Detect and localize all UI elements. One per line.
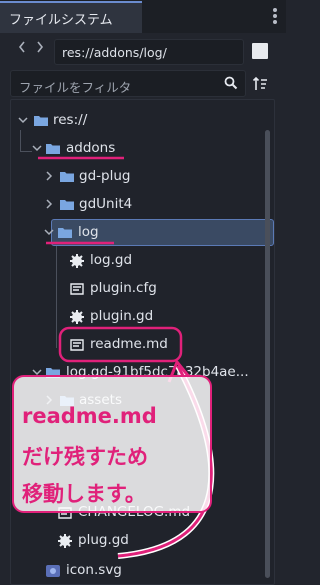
tree-item-label: log.gd	[90, 252, 133, 268]
folder-icon	[58, 228, 72, 238]
tree-item-label: plugin.cfg	[90, 280, 157, 296]
tab-options-icon[interactable]	[273, 8, 277, 24]
search-icon[interactable]	[224, 76, 238, 90]
gear-script-icon	[70, 254, 84, 268]
image-file-icon	[46, 565, 60, 577]
gear-script-icon	[70, 310, 84, 324]
split-mode-button[interactable]	[252, 43, 268, 59]
tree-item-label: plug.gd	[78, 532, 129, 548]
tree-item-readme-md[interactable]: readme.md	[11, 332, 274, 358]
folder-icon	[34, 116, 48, 126]
chevron-down-icon[interactable]	[17, 114, 29, 126]
folder-icon	[60, 200, 74, 210]
chevron-down-icon[interactable]	[43, 226, 55, 238]
filter-input[interactable]: ファイルをフィルタ	[10, 70, 246, 97]
path-bar: res://addons/log/	[0, 34, 286, 66]
chevron-right-icon[interactable]	[43, 170, 55, 182]
tree-item-plug-gd[interactable]: plug.gd	[11, 528, 274, 554]
tree-item-label: icon.svg	[66, 562, 122, 578]
tree-item-addons[interactable]: addons	[11, 136, 274, 162]
text-file-icon	[70, 339, 84, 351]
tree-item-log-gd[interactable]: log.gd	[11, 248, 274, 274]
path-input[interactable]: res://addons/log/	[54, 39, 244, 65]
folder-icon	[60, 172, 74, 182]
tree-item-log[interactable]: log	[11, 219, 274, 246]
tree-item-label: plugin.gd	[90, 308, 154, 324]
sort-icon[interactable]	[252, 76, 268, 92]
tree-item-gd-plug[interactable]: gd-plug	[11, 164, 274, 190]
tree-item-label: log	[78, 224, 99, 240]
annotation-line-2: だけ残すため	[22, 445, 148, 469]
tree-scrollbar[interactable]	[265, 130, 270, 578]
tree-item-label: addons	[66, 140, 116, 156]
tree-item-icon-svg[interactable]: icon.svg	[11, 558, 274, 584]
annotation-line-1: readme.md	[22, 404, 157, 428]
filter-bar: ファイルをフィルタ	[0, 66, 286, 98]
dock-tab-bar: ファイルシステム	[0, 0, 286, 33]
tree-item-plugin-gd[interactable]: plugin.gd	[11, 304, 274, 330]
gear-script-icon	[58, 534, 72, 548]
chevron-right-icon[interactable]	[32, 39, 48, 61]
tree-item-label: gdUnit4	[79, 196, 133, 212]
annotation-line-3: 移動します。	[22, 482, 146, 506]
tree-item-gdunit4[interactable]: gdUnit4	[11, 192, 274, 218]
folder-icon	[46, 144, 60, 154]
tree-item-plugin-cfg[interactable]: plugin.cfg	[11, 276, 274, 302]
tree-item-res[interactable]: res://	[11, 108, 274, 134]
tree-item-label: readme.md	[90, 336, 168, 352]
chevron-left-icon[interactable]	[14, 39, 30, 61]
tree-item-label: res://	[53, 112, 88, 128]
tab-filesystem[interactable]: ファイルシステム	[0, 1, 142, 33]
chevron-down-icon[interactable]	[31, 142, 43, 154]
chevron-right-icon[interactable]	[43, 198, 55, 210]
text-file-icon	[70, 283, 84, 295]
tree-item-label: gd-plug	[79, 168, 131, 184]
